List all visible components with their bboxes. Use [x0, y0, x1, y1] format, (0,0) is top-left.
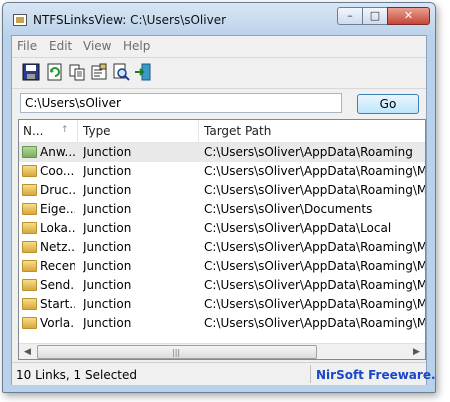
row-type: Junction	[83, 240, 132, 254]
table-row[interactable]: Druc... Junction C:\Users\sOliver\AppData\…	[19, 181, 425, 200]
folder-icon	[22, 203, 37, 215]
sort-arrow-icon: ↑	[61, 125, 69, 135]
row-type: Junction	[83, 183, 132, 197]
exit-icon[interactable]	[134, 63, 152, 81]
row-name: Coo...	[40, 164, 75, 178]
folder-icon	[22, 260, 37, 272]
go-button[interactable]: Go	[357, 94, 419, 114]
row-target-path: C:\Users\sOliver\AppData\Roaming\Micro	[204, 164, 425, 178]
row-type: Junction	[83, 221, 132, 235]
row-name: Recent	[40, 259, 75, 273]
client-area: File Edit View Help C:\Users\sOliver Go …	[11, 35, 435, 385]
table-row[interactable]: Coo... Junction C:\Users\sOliver\AppData\R…	[19, 162, 425, 181]
close-button[interactable]: ✕	[387, 7, 430, 25]
row-target-path: C:\Users\sOliver\Documents	[204, 202, 373, 216]
properties-icon[interactable]	[90, 63, 108, 81]
horizontal-scrollbar[interactable]: ◀ ||| ▶	[19, 343, 425, 359]
row-name: Vorla...	[40, 316, 75, 330]
row-type: Junction	[83, 297, 132, 311]
folder-icon	[22, 298, 37, 310]
scroll-left-icon[interactable]: ◀	[19, 344, 36, 359]
green-folder-icon	[22, 146, 37, 158]
links-list[interactable]: N... ↑ Type Target Path Anw... Junction C:…	[18, 119, 426, 360]
row-target-path: C:\Users\sOliver\AppData\Roaming\Micro	[204, 316, 425, 330]
refresh-icon[interactable]	[46, 63, 64, 81]
window-title: NTFSLinksView: C:\Users\sOliver	[33, 13, 227, 27]
menu-bar: File Edit View Help	[12, 36, 426, 56]
title-bar[interactable]: NTFSLinksView: C:\Users\sOliver – □ ✕	[3, 3, 435, 35]
folder-icon	[22, 241, 37, 253]
row-target-path: C:\Users\sOliver\AppData\Roaming\Micro	[204, 278, 425, 292]
grip-icon: |||	[172, 348, 181, 357]
status-summary: 10 Links, 1 Selected	[16, 368, 138, 382]
row-target-path: C:\Users\sOliver\AppData\Roaming\Micro	[204, 259, 425, 273]
row-type: Junction	[83, 278, 132, 292]
column-type-header[interactable]: Type	[83, 124, 111, 138]
table-row[interactable]: Vorla... Junction C:\Users\sOliver\AppData…	[19, 314, 425, 333]
maximize-button[interactable]: □	[362, 7, 388, 25]
row-target-path: C:\Users\sOliver\AppData\Local	[204, 221, 392, 235]
minimize-button[interactable]: –	[337, 7, 363, 25]
folder-icon	[22, 184, 37, 196]
status-bar: 10 Links, 1 Selected NirSoft Freeware. h	[12, 362, 435, 385]
list-header: N... ↑ Type Target Path	[19, 120, 425, 143]
row-target-path: C:\Users\sOliver\AppData\Roaming	[204, 145, 413, 159]
row-name: Eige...	[40, 202, 75, 216]
folder-icon	[22, 222, 37, 234]
table-row[interactable]: Netz... Junction C:\Users\sOliver\AppData\…	[19, 238, 425, 257]
toolbar	[12, 57, 426, 89]
column-divider[interactable]	[77, 120, 78, 142]
row-target-path: C:\Users\sOliver\AppData\Roaming\Micro	[204, 183, 425, 197]
table-row[interactable]: Start... Junction C:\Users\sOliver\AppData…	[19, 295, 425, 314]
row-name: Netz...	[40, 240, 75, 254]
row-name: Start...	[40, 297, 75, 311]
row-type: Junction	[83, 164, 132, 178]
row-name: Send...	[40, 278, 75, 292]
menu-file[interactable]: File	[17, 39, 37, 53]
menu-view[interactable]: View	[83, 39, 111, 53]
folder-icon	[22, 165, 37, 177]
app-window: NTFSLinksView: C:\Users\sOliver – □ ✕ Fi…	[2, 2, 436, 393]
row-name: Druc...	[40, 183, 75, 197]
table-row[interactable]: Recent Junction C:\Users\sOliver\AppData\R…	[19, 257, 425, 276]
row-target-path: C:\Users\sOliver\AppData\Roaming\Micro	[204, 240, 425, 254]
find-icon[interactable]	[112, 63, 130, 81]
row-type: Junction	[83, 259, 132, 273]
table-row[interactable]: Send... Junction C:\Users\sOliver\AppData\…	[19, 276, 425, 295]
row-type: Junction	[83, 202, 132, 216]
folder-icon	[22, 279, 37, 291]
row-name: Loka...	[40, 221, 75, 235]
row-type: Junction	[83, 145, 132, 159]
scroll-right-icon[interactable]: ▶	[408, 344, 425, 359]
menu-help[interactable]: Help	[123, 39, 150, 53]
save-icon[interactable]	[22, 63, 40, 81]
nirsoft-link[interactable]: NirSoft Freeware. h	[316, 368, 435, 382]
row-name: Anw...	[40, 145, 75, 159]
row-target-path: C:\Users\sOliver\AppData\Roaming\Micro	[204, 297, 425, 311]
column-target-path-header[interactable]: Target Path	[204, 124, 271, 138]
table-row[interactable]: Eige... Junction C:\Users\sOliver\Document…	[19, 200, 425, 219]
status-divider	[310, 365, 311, 383]
column-divider[interactable]	[198, 120, 199, 142]
path-input[interactable]	[20, 93, 342, 113]
row-type: Junction	[83, 316, 132, 330]
copy-icon[interactable]	[68, 63, 86, 81]
table-row[interactable]: Loka... Junction C:\Users\sOliver\AppData\…	[19, 219, 425, 238]
folder-icon	[22, 317, 37, 329]
menu-edit[interactable]: Edit	[49, 39, 72, 53]
app-icon	[13, 14, 27, 26]
column-name-header[interactable]: N...	[23, 124, 43, 138]
scrollbar-thumb[interactable]: |||	[37, 345, 317, 359]
table-row[interactable]: Anw... Junction C:\Users\sOliver\AppData\R…	[19, 143, 425, 162]
